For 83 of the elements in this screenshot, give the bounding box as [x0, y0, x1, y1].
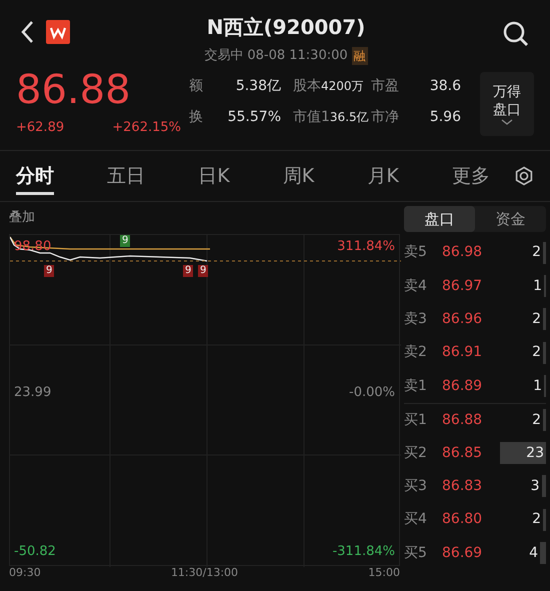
stat-value: 4200万: [321, 78, 364, 95]
chart-tab[interactable]: 日K: [198, 156, 230, 196]
chart-tab[interactable]: 分时: [16, 156, 54, 196]
book-label: 买1: [404, 410, 428, 430]
axis-label: 311.84%: [337, 238, 395, 256]
stat-value: 5.96: [428, 108, 461, 127]
volume-bar: [543, 409, 546, 432]
stat-label: 股本: [293, 77, 321, 96]
book-label: 买4: [404, 510, 428, 530]
logo-icon: [46, 20, 70, 44]
stat-value: 36.5亿: [330, 109, 369, 126]
volume-bar: [543, 242, 546, 264]
stat-label: 市盈: [371, 77, 400, 96]
axis-label: -0.00%: [349, 384, 395, 402]
chart-tab[interactable]: 五日: [107, 156, 146, 196]
book-volume: 2: [532, 243, 542, 262]
signal-marker: 9: [183, 265, 194, 277]
volume-bar: [542, 475, 546, 498]
book-volume: 2: [532, 343, 542, 362]
panel-tab[interactable]: 盘口: [404, 206, 475, 232]
stat-label: 换: [189, 108, 204, 127]
search-icon[interactable]: [502, 20, 530, 48]
order-book-button[interactable]: 万得 盘口: [480, 72, 534, 136]
stat-label: 额: [189, 77, 204, 96]
chart-tab[interactable]: 周K: [282, 156, 314, 196]
last-price: 86.88: [16, 66, 132, 114]
stat-label: 市值1: [293, 108, 330, 127]
book-volume: 1: [533, 376, 543, 396]
overlay-label[interactable]: 叠加: [9, 202, 400, 234]
book-label: 卖1: [404, 376, 428, 396]
book-price: 86.91: [442, 343, 484, 362]
stat-label: 市净: [371, 108, 400, 127]
time-label: 09:30: [9, 566, 41, 580]
chart-tab[interactable]: 月K: [367, 156, 399, 196]
price-change: +62.89: [16, 119, 64, 137]
book-label: 买5: [404, 544, 428, 563]
book-label: 买3: [404, 476, 428, 496]
stat-value: 55.57%: [226, 108, 281, 127]
book-label: 卖2: [404, 343, 428, 362]
book-volume: 1: [533, 276, 543, 296]
volume-bar: [543, 308, 546, 330]
stat-value: 38.6: [428, 77, 461, 96]
time-label: 11:30/13:00: [170, 566, 238, 580]
book-volume: 2: [532, 410, 542, 430]
chevron-icon: [501, 119, 513, 125]
volume-bar: [543, 342, 546, 364]
book-label: 卖4: [404, 276, 428, 296]
book-volume: 4: [529, 544, 539, 563]
volume-bar: [540, 542, 546, 564]
book-price: 86.80: [442, 510, 484, 530]
book-price: 86.89: [442, 376, 484, 396]
settings-icon[interactable]: [514, 166, 534, 186]
book-price: 86.85: [442, 444, 484, 463]
book-label: 卖3: [404, 310, 428, 329]
signal-marker: 9: [44, 265, 54, 277]
book-label: 卖5: [404, 243, 428, 262]
trading-status: 交易中: [204, 47, 244, 65]
book-price: 86.98: [442, 243, 484, 262]
panel-tab[interactable]: 资金: [475, 206, 546, 232]
chart-tab[interactable]: 更多: [452, 156, 490, 196]
book-volume: 23: [526, 444, 545, 463]
stat-value: 5.38亿: [234, 77, 281, 96]
book-price: 86.97: [442, 276, 484, 296]
book-volume: 2: [532, 310, 542, 329]
book-price: 86.96: [442, 310, 484, 329]
margin-badge: 融: [352, 46, 368, 65]
timestamp: 08-08 11:30:00: [247, 47, 348, 65]
axis-label: 23.99: [14, 384, 52, 402]
signal-marker: 9: [198, 265, 208, 277]
volume-bar: [543, 508, 546, 531]
stock-title: N西立(920007): [206, 14, 366, 41]
book-price: 86.69: [442, 544, 484, 563]
percent-change: +262.15%: [112, 119, 181, 137]
axis-label: -50.82: [14, 542, 56, 560]
book-volume: 2: [532, 510, 542, 530]
book-price: 86.88: [442, 410, 484, 430]
book-label: 买2: [404, 444, 428, 463]
axis-label: -311.84%: [332, 542, 395, 560]
book-price: 86.83: [442, 476, 484, 496]
signal-marker: 9: [120, 235, 130, 247]
time-label: 15:00: [368, 566, 400, 580]
book-volume: 3: [530, 476, 540, 496]
back-icon[interactable]: [20, 20, 34, 44]
